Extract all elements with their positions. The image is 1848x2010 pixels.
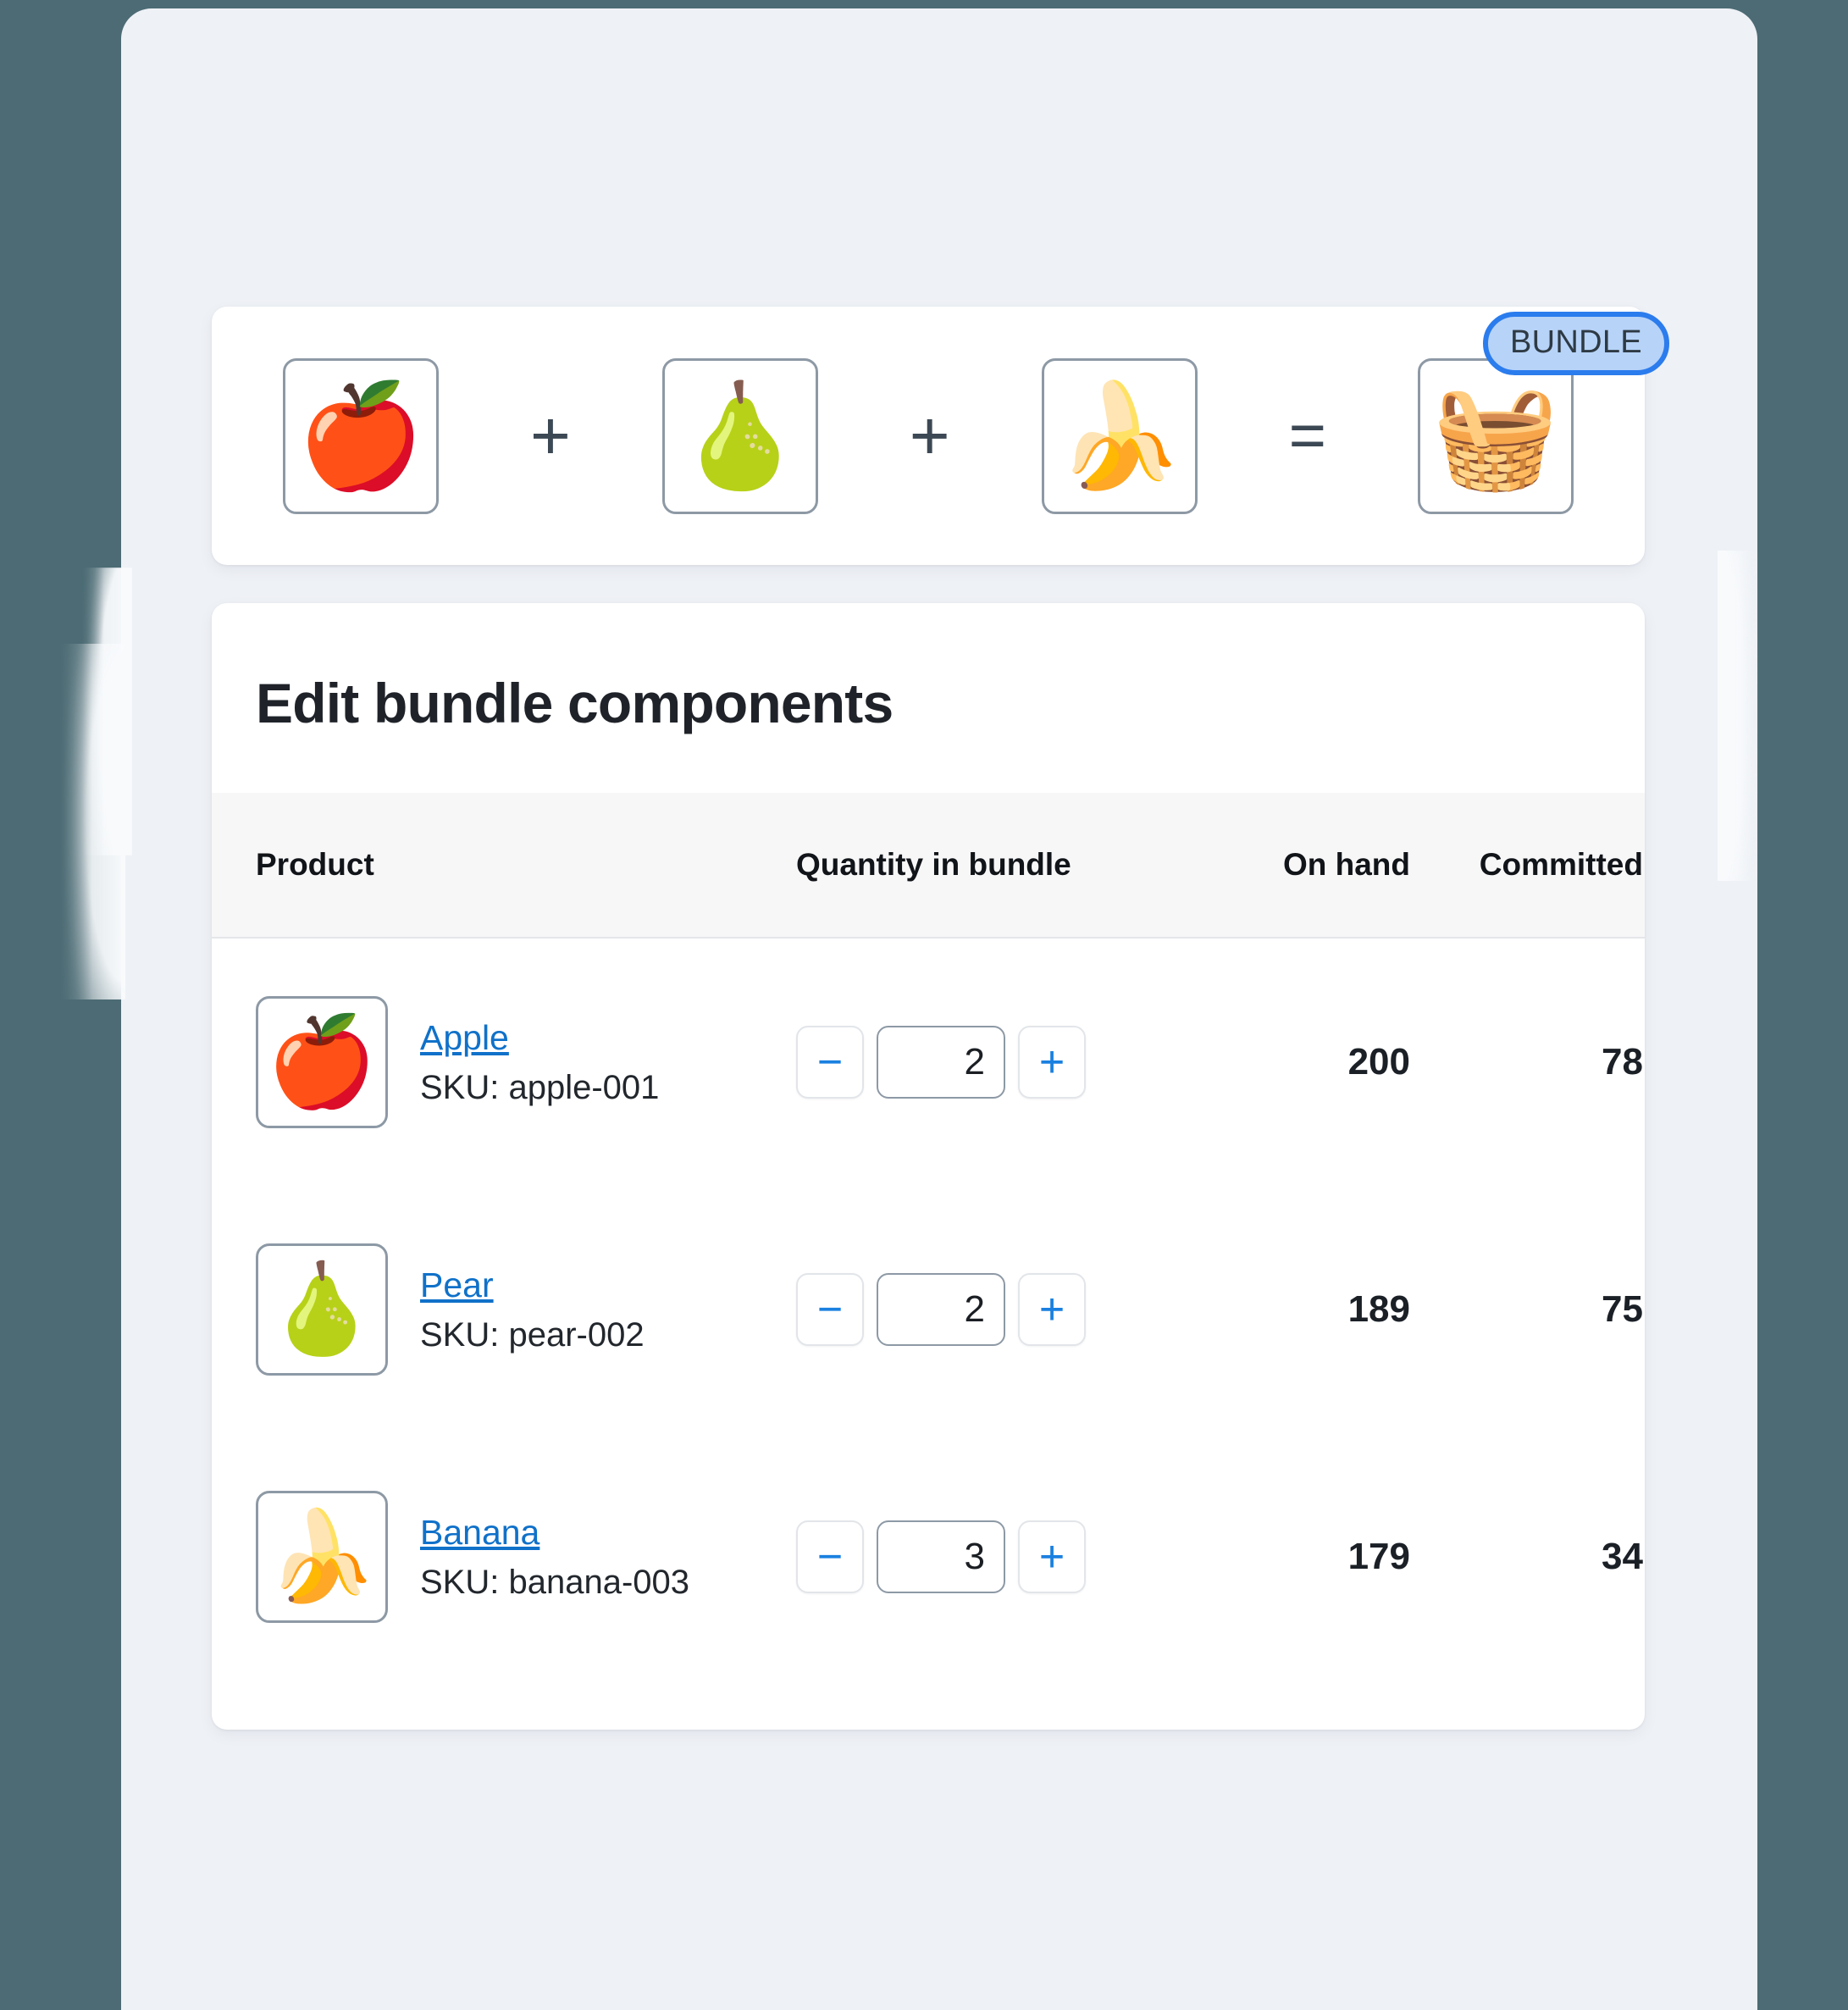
product-cell: 🍎 Apple SKU: apple-001 <box>212 996 796 1128</box>
quantity-cell: − + <box>796 1026 1177 1099</box>
bundle-components-table: Product Quantity in bundle On hand Commi… <box>212 793 1645 1681</box>
product-sku: SKU: pear-002 <box>420 1315 645 1354</box>
banana-image: 🍌 <box>1055 379 1183 493</box>
quantity-stepper: − + <box>796 1520 1177 1593</box>
decrement-button[interactable]: − <box>796 1026 864 1099</box>
table-row: 🍐 Pear SKU: pear-002 − + 189 75 <box>212 1186 1645 1433</box>
increment-button[interactable]: + <box>1018 1273 1086 1346</box>
decrement-button[interactable]: − <box>796 1520 864 1593</box>
product-sku: SKU: banana-003 <box>420 1563 690 1601</box>
product-info: Banana SKU: banana-003 <box>420 1511 689 1603</box>
table-row: 🍎 Apple SKU: apple-001 − + 200 78 <box>212 939 1645 1186</box>
pear-image: 🍐 <box>677 379 804 493</box>
committed-value: 75 <box>1602 1288 1643 1330</box>
committed-value: 78 <box>1602 1041 1643 1083</box>
quantity-input[interactable] <box>877 1520 1005 1593</box>
column-header-quantity: Quantity in bundle <box>796 847 1071 882</box>
quantity-stepper: − + <box>796 1026 1177 1099</box>
product-info: Apple SKU: apple-001 <box>420 1016 659 1109</box>
product-cell: 🍌 Banana SKU: banana-003 <box>212 1491 796 1623</box>
on-hand-value: 200 <box>1347 1041 1410 1083</box>
plus-operator-1: + <box>529 396 571 474</box>
quantity-cell: − + <box>796 1273 1177 1346</box>
bundle-component-thumbnail-pear[interactable]: 🍐 <box>661 357 818 514</box>
bundle-badge: BUNDLE <box>1482 311 1669 375</box>
product-link[interactable]: Pear <box>420 1264 645 1306</box>
product-thumbnail[interactable]: 🍎 <box>256 996 388 1128</box>
column-header-committed: Committed <box>1479 847 1643 882</box>
table-header-row: Product Quantity in bundle On hand Commi… <box>212 793 1645 939</box>
bundle-component-thumbnail-apple[interactable]: 🍎 <box>283 357 439 514</box>
increment-button[interactable]: + <box>1018 1026 1086 1099</box>
bundle-component-thumbnail-banana[interactable]: 🍌 <box>1041 357 1198 514</box>
equals-operator: = <box>1288 399 1327 472</box>
column-header-product: Product <box>256 847 374 882</box>
fruit-basket-image: 🧺 <box>1432 379 1559 493</box>
bundle-equation: 🍎 + 🍐 + 🍌 = 🧺 BUNDLE <box>212 307 1669 565</box>
on-hand-value: 189 <box>1347 1288 1410 1330</box>
product-sku: SKU: apple-001 <box>420 1068 660 1106</box>
committed-value: 34 <box>1602 1536 1643 1577</box>
product-cell: 🍐 Pear SKU: pear-002 <box>212 1243 796 1376</box>
left-edge-brush-artifact-2 <box>59 644 125 999</box>
product-thumbnail[interactable]: 🍐 <box>256 1243 388 1376</box>
quantity-input[interactable] <box>877 1273 1005 1346</box>
pear-image: 🍐 <box>267 1260 377 1359</box>
edit-bundle-components-card: Edit bundle components Product Quantity … <box>212 603 1645 1730</box>
column-header-on-hand: On hand <box>1282 847 1410 882</box>
quantity-input[interactable] <box>877 1026 1005 1099</box>
bundle-equation-card: 🍎 + 🍐 + 🍌 = 🧺 BUNDLE <box>212 307 1669 565</box>
apple-image: 🍎 <box>297 379 424 493</box>
product-link[interactable]: Banana <box>420 1511 689 1553</box>
decrement-button[interactable]: − <box>796 1273 864 1346</box>
banana-image: 🍌 <box>267 1508 377 1606</box>
product-info: Pear SKU: pear-002 <box>420 1264 645 1356</box>
page-title: Edit bundle components <box>256 672 894 734</box>
quantity-stepper: − + <box>796 1273 1177 1346</box>
on-hand-value: 179 <box>1347 1536 1410 1577</box>
table-row: 🍌 Banana SKU: banana-003 − + 179 34 <box>212 1433 1645 1681</box>
bundle-result-thumbnail[interactable]: 🧺 BUNDLE <box>1417 311 1669 514</box>
product-link[interactable]: Apple <box>420 1016 659 1059</box>
product-thumbnail[interactable]: 🍌 <box>256 1491 388 1623</box>
increment-button[interactable]: + <box>1018 1520 1086 1593</box>
apple-image: 🍎 <box>267 1013 377 1111</box>
plus-operator-2: + <box>909 396 950 474</box>
quantity-cell: − + <box>796 1520 1177 1593</box>
